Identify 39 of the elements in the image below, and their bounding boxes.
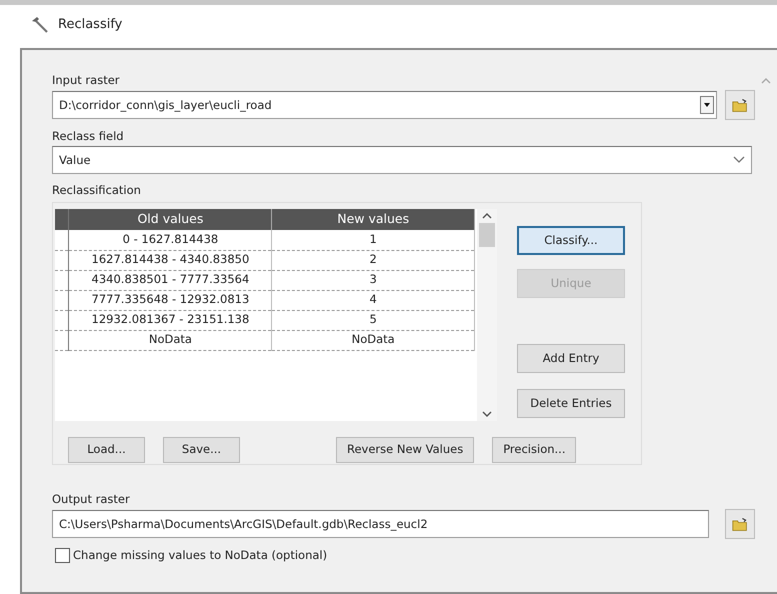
reclass-field-dropdown[interactable]: Value (52, 146, 752, 174)
dialog-button[interactable]: Delete Entries (517, 389, 625, 418)
column-header: Old values (68, 209, 272, 230)
table-cell: 1 (272, 230, 474, 250)
window-title: Reclassify (58, 16, 122, 34)
column-header: New values (272, 209, 474, 230)
section-label: Reclassification (52, 182, 142, 198)
table-cell: 0 - 1627.814438 (68, 230, 272, 250)
scrollbar[interactable] (477, 209, 497, 421)
field-label: Input raster (52, 72, 121, 88)
checkbox-label: Change missing values to NoData (optional) (73, 547, 328, 564)
browse-folder-button[interactable] (725, 90, 756, 120)
table-cell: 5 (272, 310, 474, 330)
field-label: Reclass field (52, 128, 125, 144)
table-cell: 1627.814438 - 4340.83850 (68, 250, 272, 270)
folder-icon (732, 96, 748, 114)
dialog-button[interactable]: Reverse New Values (336, 437, 474, 463)
dialog-button[interactable]: Classify... (517, 226, 625, 255)
field-label: Output raster (52, 491, 131, 507)
table-cell: 4 (272, 290, 474, 310)
table-cell: NoData (68, 330, 272, 350)
dialog-button[interactable]: Add Entry (517, 344, 625, 373)
chevron-down-icon (733, 156, 745, 164)
browse-folder-button[interactable] (725, 509, 755, 539)
checkbox[interactable] (55, 548, 70, 564)
output-raster-field[interactable]: C:\Users\Psharma\Documents\ArcGIS\Default.gdb\Reclass_eucl2 (52, 510, 709, 538)
hammer-icon (30, 16, 50, 34)
folder-icon (732, 516, 748, 532)
table-cell: 7777.335648 - 12932.0813 (68, 290, 272, 310)
dialog-button[interactable]: Load... (68, 437, 145, 463)
table-cell: 2 (272, 250, 474, 270)
dialog-button[interactable]: Save... (163, 437, 240, 463)
table-cell: 4340.838501 - 7777.33564 (68, 270, 272, 290)
dialog-button[interactable]: Precision... (492, 437, 576, 463)
table-cell: 12932.081367 - 23151.138 (68, 310, 272, 330)
scrollbar-thumb[interactable] (479, 223, 495, 247)
input-raster-dropdown[interactable]: D:\corridor_conn\gis_layer\eucli_road (52, 91, 718, 119)
table-cell: 3 (272, 270, 474, 290)
table-cell: NoData (272, 330, 474, 350)
